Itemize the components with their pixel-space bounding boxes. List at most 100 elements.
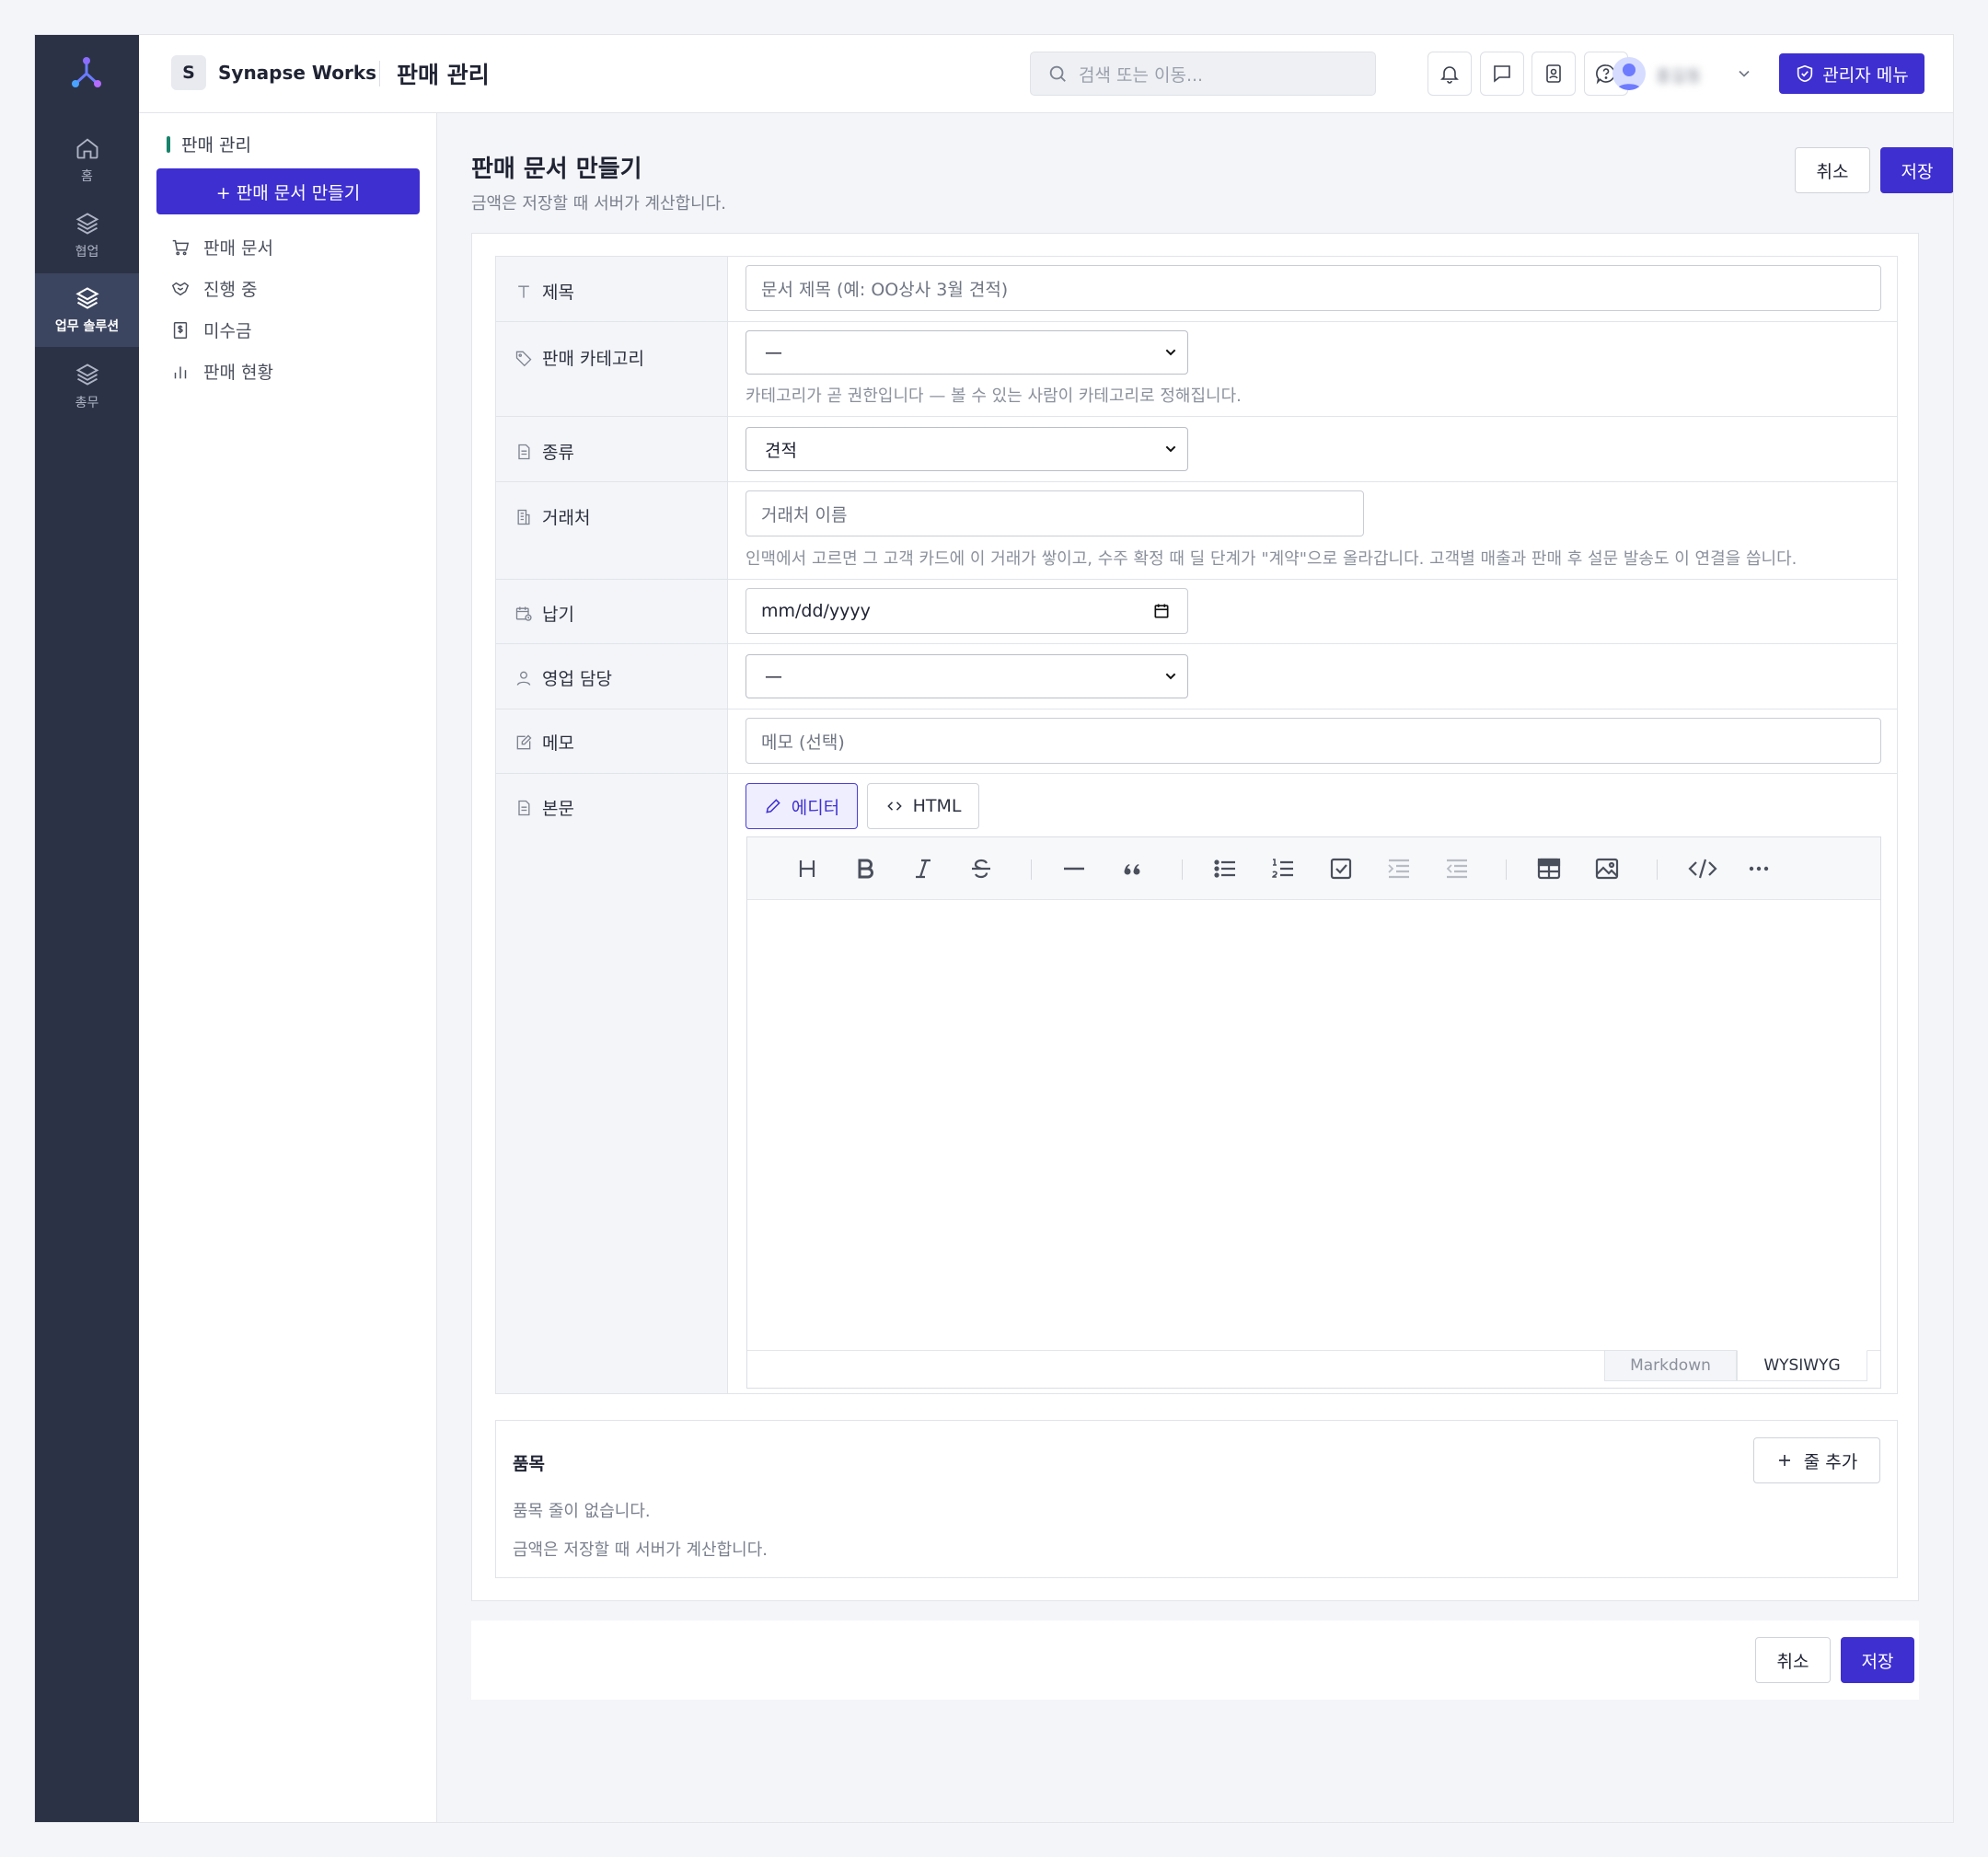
quote-button[interactable] xyxy=(1118,855,1146,882)
avatar[interactable] xyxy=(1612,57,1646,90)
outdent-button[interactable] xyxy=(1443,855,1471,882)
subnav-item-receivables[interactable]: 미수금 xyxy=(170,317,251,342)
divider xyxy=(1506,859,1507,880)
bullet-list-button[interactable] xyxy=(1211,855,1239,882)
bar-chart-icon xyxy=(174,366,187,378)
document-icon xyxy=(518,800,530,815)
heading-icon xyxy=(799,860,815,877)
memo-input[interactable]: 메모 (선택) xyxy=(746,718,1881,764)
category-value: — xyxy=(765,342,782,363)
owner-select[interactable]: — xyxy=(746,654,1188,698)
title-placeholder: 문서 제목 (예: OO상사 3월 견적) xyxy=(761,279,1009,300)
subnav-item-label: 판매 문서 xyxy=(203,238,273,259)
chevron-down-icon[interactable] xyxy=(1735,64,1753,83)
line-items-title: 품목 xyxy=(513,1454,545,1474)
quote-icon xyxy=(1124,864,1140,875)
indent-button[interactable] xyxy=(1385,855,1413,882)
checkbox-icon xyxy=(1330,858,1352,880)
save-button-top[interactable]: 저장 xyxy=(1880,147,1953,193)
bell-icon xyxy=(1440,66,1459,84)
subnav-item-in-progress[interactable]: 진행 중 xyxy=(170,276,257,301)
type-label-text: 종류 xyxy=(542,443,574,463)
cancel-button-top[interactable]: 취소 xyxy=(1795,147,1870,193)
italic-button[interactable] xyxy=(909,855,937,882)
subnav-item-sales-status[interactable]: 판매 현황 xyxy=(170,359,273,384)
chat-icon xyxy=(1494,65,1510,83)
due-label-text: 납기 xyxy=(542,605,574,625)
editor-tab[interactable]: 에디터 xyxy=(746,783,858,829)
page-subtitle: 금액은 저장할 때 서버가 계산합니다. xyxy=(471,194,727,213)
category-select[interactable]: — xyxy=(746,330,1188,375)
rich-text-editor[interactable]: Markdown WYSIWYG xyxy=(746,836,1881,1389)
bold-icon xyxy=(858,859,873,879)
type-select[interactable]: 견적 xyxy=(746,427,1188,471)
rail-item-general[interactable]: 총무 xyxy=(35,350,139,423)
bold-button[interactable] xyxy=(851,855,879,882)
app-logo-icon[interactable] xyxy=(68,55,105,92)
strikethrough-button[interactable] xyxy=(967,855,995,882)
search-input[interactable]: 검색 또는 이동... xyxy=(1030,52,1376,96)
cancel-button-bottom[interactable]: 취소 xyxy=(1755,1637,1831,1683)
title-input[interactable]: 문서 제목 (예: OO상사 3월 견적) xyxy=(746,265,1881,311)
wysiwyg-mode-tab[interactable]: WYSIWYG xyxy=(1737,1350,1867,1381)
create-sales-doc-button[interactable]: + 판매 문서 만들기 xyxy=(156,168,420,214)
more-button[interactable] xyxy=(1745,855,1773,882)
memo-label: 메모 xyxy=(514,730,574,755)
subnav-item-label: 판매 현황 xyxy=(203,363,273,383)
document-icon xyxy=(518,444,530,459)
ordered-list-button[interactable] xyxy=(1269,855,1297,882)
client-input[interactable]: 거래처 이름 xyxy=(746,490,1364,536)
search-icon xyxy=(1049,65,1066,82)
building-icon xyxy=(517,509,530,525)
user-name[interactable]: 홍길동 xyxy=(1656,63,1702,87)
editor-tab-label: 에디터 xyxy=(791,797,840,818)
section-sidebar: 판매 관리 + 판매 문서 만들기 판매 문서 진행 중 미수금 판매 현황 xyxy=(139,113,437,1822)
divider xyxy=(1657,859,1658,880)
section-marker xyxy=(167,135,170,153)
code-button[interactable] xyxy=(1686,855,1719,882)
admin-menu-label: 관리자 메뉴 xyxy=(1822,64,1909,86)
section-title-label: 판매 관리 xyxy=(181,135,251,156)
table-button[interactable] xyxy=(1535,855,1563,882)
client-placeholder: 거래처 이름 xyxy=(761,504,848,525)
save-button-bottom[interactable]: 저장 xyxy=(1841,1637,1914,1683)
rail-item-collab[interactable]: 협업 xyxy=(35,199,139,272)
edit-note-icon xyxy=(516,734,532,749)
workspace-name[interactable]: Synapse Works xyxy=(218,62,376,84)
admin-menu-button[interactable]: 관리자 메뉴 xyxy=(1779,53,1924,94)
section-title: 판매 관리 xyxy=(167,132,251,156)
code-icon xyxy=(886,802,902,811)
client-help: 인맥에서 고르면 그 고객 카드에 이 거래가 쌓이고, 수주 확정 때 딜 단… xyxy=(746,549,1797,569)
image-button[interactable] xyxy=(1593,855,1621,882)
contacts-button[interactable] xyxy=(1531,52,1576,96)
owner-label: 영업 담당 xyxy=(514,665,612,690)
rail-item-label: 총무 xyxy=(75,396,99,410)
markdown-mode-tab[interactable]: Markdown xyxy=(1604,1350,1737,1381)
add-line-button[interactable]: 줄 추가 xyxy=(1753,1437,1880,1483)
owner-label-text: 영업 담당 xyxy=(542,669,612,689)
messages-button[interactable] xyxy=(1480,52,1524,96)
rail-item-label: 업무 솔루션 xyxy=(54,319,120,334)
type-label: 종류 xyxy=(514,439,574,464)
cart-icon xyxy=(172,239,190,255)
heading-button[interactable] xyxy=(793,855,821,882)
rail-item-home[interactable]: 홈 xyxy=(35,123,139,197)
horizontal-rule-button[interactable] xyxy=(1060,855,1088,882)
due-date-input[interactable]: mm/dd/yyyy xyxy=(746,588,1188,634)
text-icon xyxy=(518,285,529,298)
rail-item-business[interactable]: 업무 솔루션 xyxy=(35,273,139,347)
notifications-button[interactable] xyxy=(1427,52,1472,96)
calendar-icon[interactable] xyxy=(1152,602,1171,620)
footer-actions: 취소 저장 xyxy=(471,1621,1919,1700)
workspace-badge[interactable]: S xyxy=(171,55,206,90)
task-list-button[interactable] xyxy=(1327,855,1355,882)
html-tab[interactable]: HTML xyxy=(867,783,979,829)
receipt-icon xyxy=(173,321,188,339)
due-date-value: mm/dd/yyyy xyxy=(761,601,871,621)
subnav-item-sales-docs[interactable]: 판매 문서 xyxy=(170,235,273,260)
strikethrough-icon xyxy=(972,859,990,879)
user-icon xyxy=(516,671,531,686)
document-form: 제목 문서 제목 (예: OO상사 3월 견적) 판매 카테고리 — 카테고리가… xyxy=(495,256,1898,1394)
app-rail: 홈 협업 업무 솔루션 총무 xyxy=(35,35,139,1822)
app-window: 홈 협업 업무 솔루션 총무 S Synapse Works 판매 관리 검색 … xyxy=(34,34,1954,1823)
